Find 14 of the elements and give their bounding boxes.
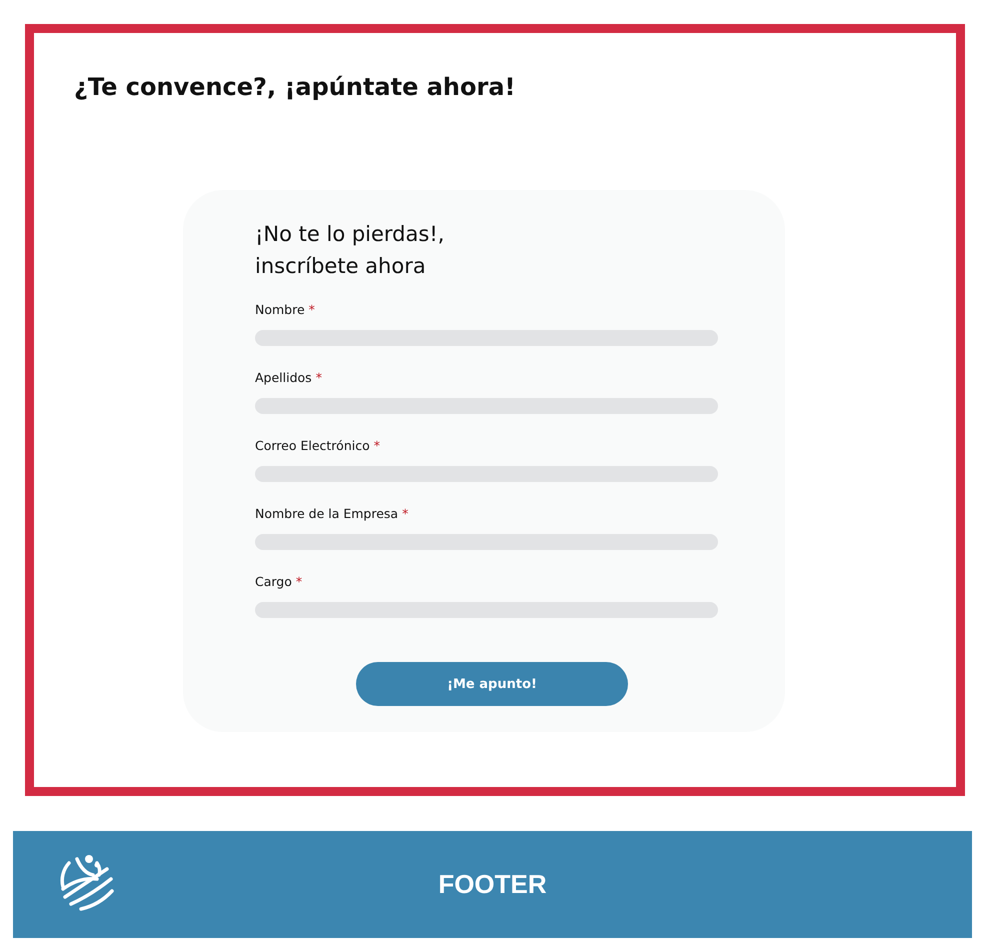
field-label: Nombre bbox=[255, 302, 305, 317]
field-label: Apellidos bbox=[255, 370, 312, 385]
required-mark: * bbox=[402, 506, 408, 521]
field-label: Correo Electrónico bbox=[255, 438, 370, 453]
required-mark: * bbox=[374, 438, 380, 453]
footer-text: FOOTER bbox=[438, 869, 547, 900]
required-mark: * bbox=[308, 302, 315, 317]
field-label: Nombre de la Empresa bbox=[255, 506, 398, 521]
required-mark: * bbox=[316, 370, 322, 385]
required-mark: * bbox=[296, 574, 302, 589]
section-heading: ¿Te convence?, ¡apúntate ahora! bbox=[74, 73, 516, 101]
submit-button[interactable]: ¡Me apunto! bbox=[356, 662, 628, 706]
form-title: ¡No te lo pierdas!, inscríbete ahora bbox=[255, 221, 446, 280]
field-label: Cargo bbox=[255, 574, 292, 589]
